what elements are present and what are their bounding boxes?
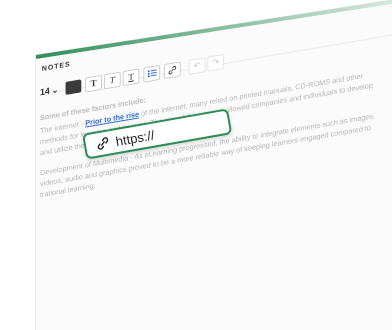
notes-title: NOTES: [41, 61, 71, 73]
url-input[interactable]: https://: [114, 127, 155, 149]
notes-panel: NOTES 14 ⌄ T T T ↶ ↷ Some of these facto…: [0, 0, 392, 330]
chevron-down-icon: ⌄: [51, 84, 59, 95]
text-color-swatch[interactable]: [65, 78, 82, 95]
bullet-list-button[interactable]: [143, 64, 161, 83]
redo-button[interactable]: ↷: [207, 53, 225, 72]
link-icon: [168, 65, 177, 74]
font-size-value: 14: [39, 85, 50, 98]
redo-icon: ↷: [212, 56, 220, 68]
undo-button[interactable]: ↶: [188, 56, 206, 75]
underline-button[interactable]: T: [122, 67, 140, 86]
font-size-select[interactable]: 14 ⌄: [40, 84, 62, 98]
bold-button[interactable]: T: [85, 74, 102, 93]
link-icon: [97, 137, 109, 150]
bullet-list-icon: [147, 69, 157, 78]
link-button[interactable]: [164, 60, 181, 79]
italic-button[interactable]: T: [103, 71, 121, 89]
undo-icon: ↶: [193, 59, 201, 71]
